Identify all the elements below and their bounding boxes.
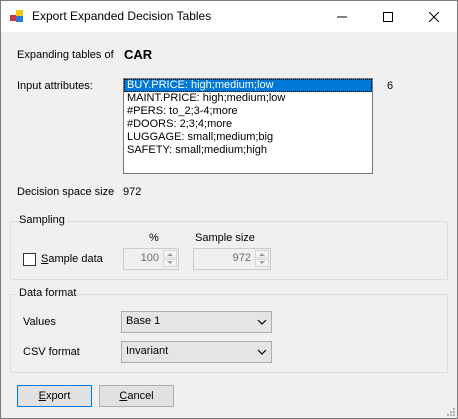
decision-space-value: 972 (123, 186, 142, 198)
table-name-value: CAR (124, 47, 153, 62)
title-bar: Export Expanded Decision Tables (1, 1, 457, 32)
list-item[interactable]: LUGGAGE: small;medium;big (124, 131, 372, 144)
export-dialog-window: Export Expanded Decision Tables Expandin… (0, 0, 458, 419)
sample-data-checkbox[interactable] (23, 253, 36, 266)
percent-stepper[interactable]: 100 (123, 248, 179, 270)
chevron-down-icon (257, 349, 267, 355)
sample-size-up-button[interactable] (255, 250, 269, 258)
attribute-count: 6 (387, 80, 394, 92)
sample-size-stepper[interactable]: 972 (193, 248, 271, 270)
input-attributes-listbox[interactable]: BUY.PRICE: high;medium;low MAINT.PRICE: … (123, 78, 373, 174)
maximize-icon (383, 11, 393, 22)
percent-value: 100 (140, 252, 159, 264)
csv-format-selected: Invariant (126, 345, 169, 357)
close-icon (429, 11, 439, 22)
maximize-button[interactable] (365, 1, 411, 32)
csv-format-label: CSV format (23, 346, 80, 358)
values-selected: Base 1 (126, 315, 161, 327)
close-button[interactable] (411, 1, 457, 32)
sample-data-label[interactable]: Sample data (41, 253, 103, 265)
expanding-tables-label: Expanding tables of (17, 49, 114, 61)
chevron-up-icon (167, 253, 173, 256)
app-icon (10, 10, 23, 22)
chevron-down-icon (259, 261, 265, 264)
resize-grip-icon[interactable] (445, 406, 455, 416)
chevron-up-icon (259, 253, 265, 256)
chevron-down-icon (257, 319, 267, 325)
sample-size-header: Sample size (195, 232, 255, 244)
percent-up-button[interactable] (163, 250, 177, 258)
minimize-button[interactable] (319, 1, 365, 32)
list-item[interactable]: BUY.PRICE: high;medium;low (124, 79, 372, 92)
csv-format-dropdown[interactable]: Invariant (121, 341, 272, 363)
values-label: Values (23, 316, 56, 328)
data-format-group-title: Data format (17, 287, 79, 299)
percent-down-button[interactable] (163, 259, 177, 267)
list-item[interactable]: MAINT.PRICE: high;medium;low (124, 92, 372, 105)
list-item[interactable]: SAFETY: small;medium;high (124, 144, 372, 157)
values-dropdown[interactable]: Base 1 (121, 311, 272, 333)
percent-header: % (149, 232, 159, 244)
window-title: Export Expanded Decision Tables (32, 9, 212, 23)
list-item[interactable]: #DOORS: 2;3;4;more (124, 118, 372, 131)
input-attributes-label: Input attributes: (17, 80, 93, 92)
export-button[interactable]: Export (17, 385, 92, 407)
sample-size-value: 972 (232, 252, 251, 264)
sample-size-down-button[interactable] (255, 259, 269, 267)
minimize-icon (337, 16, 347, 17)
sampling-group-title: Sampling (17, 214, 67, 226)
chevron-down-icon (167, 261, 173, 264)
list-item[interactable]: #PERS: to_2;3-4;more (124, 105, 372, 118)
cancel-button[interactable]: Cancel (99, 385, 174, 407)
decision-space-label: Decision space size (17, 186, 115, 198)
